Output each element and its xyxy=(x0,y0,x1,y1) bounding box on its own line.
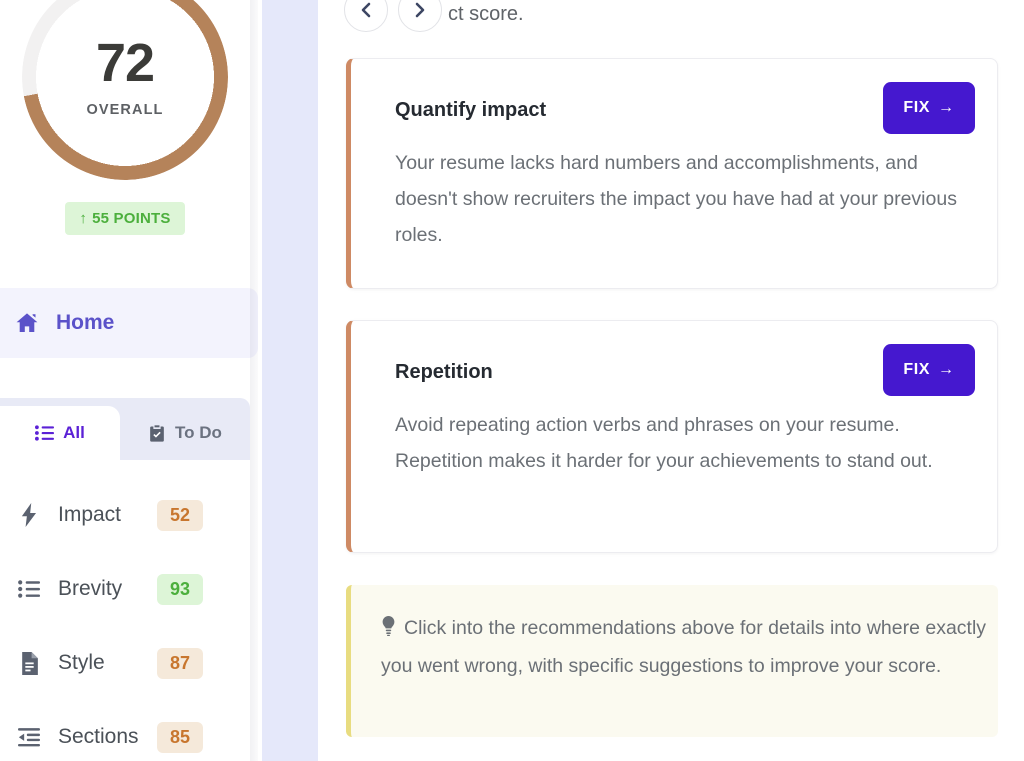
indent-icon xyxy=(16,727,42,747)
lightbulb-icon xyxy=(381,616,396,636)
sidebar: 72 OVERALL ↑ 55 POINTS Home All To Do Im… xyxy=(0,0,258,761)
arrow-right-icon: → xyxy=(938,361,955,378)
category-row-style[interactable]: Style 87 xyxy=(0,626,250,700)
overall-score-label: OVERALL xyxy=(86,102,164,118)
category-label: Impact xyxy=(58,503,122,526)
category-row-impact[interactable]: Impact 52 xyxy=(0,478,250,552)
document-icon xyxy=(16,651,42,675)
category-label: Sections xyxy=(58,725,139,748)
recommendation-card[interactable]: Repetition Avoid repeating action verbs … xyxy=(346,320,998,553)
category-label: Style xyxy=(58,651,105,674)
arrow-right-icon: → xyxy=(938,99,955,116)
next-button[interactable] xyxy=(398,0,442,32)
tab-all[interactable]: All xyxy=(0,406,120,460)
app-root: 72 OVERALL ↑ 55 POINTS Home All To Do Im… xyxy=(0,0,1024,761)
category-score: 87 xyxy=(157,647,203,679)
points-badge-label: 55 POINTS xyxy=(92,210,171,227)
fix-button[interactable]: FIX → xyxy=(883,82,975,134)
card-description: Avoid repeating action verbs and phrases… xyxy=(395,414,933,472)
list-icon xyxy=(16,580,42,598)
carousel-nav xyxy=(344,0,442,32)
home-icon xyxy=(14,311,40,335)
category-score: 85 xyxy=(157,721,203,753)
category-score: 52 xyxy=(157,499,203,531)
fix-button-label: FIX xyxy=(903,361,931,378)
tip-text: Click into the recommendations above for… xyxy=(381,617,987,677)
card-title: Repetition xyxy=(395,361,493,383)
tab-todo[interactable]: To Do xyxy=(120,406,250,460)
points-badge: ↑ 55 POINTS xyxy=(65,202,185,235)
category-row-sections[interactable]: Sections 85 xyxy=(0,700,250,761)
header-truncated-text: ct score. xyxy=(448,3,524,25)
category-list: Impact 52 Brevity 93 Style 87 Sections 8… xyxy=(0,478,250,761)
tip-text-wrap: Click into the recommendations above for… xyxy=(381,609,991,685)
tab-todo-label: To Do xyxy=(175,423,222,442)
chevron-right-icon xyxy=(413,2,427,18)
tab-all-label: All xyxy=(63,423,85,442)
sidebar-item-home-label: Home xyxy=(56,311,115,334)
divider-band xyxy=(262,0,318,761)
chevron-left-icon xyxy=(359,2,373,18)
overall-score-value: 72 xyxy=(95,33,155,93)
sidebar-tabs: All To Do xyxy=(0,398,250,460)
tip-callout: Click into the recommendations above for… xyxy=(346,585,998,737)
score-donut: 72 OVERALL xyxy=(22,0,228,180)
arrow-up-icon: ↑ xyxy=(79,210,88,227)
recommendation-card[interactable]: Quantify impact Your resume lacks hard n… xyxy=(346,58,998,289)
bolt-icon xyxy=(16,503,42,527)
category-row-brevity[interactable]: Brevity 93 xyxy=(0,552,250,626)
sidebar-item-home[interactable]: Home xyxy=(0,288,258,358)
clipboard-check-icon xyxy=(148,424,166,443)
list-icon xyxy=(35,425,55,441)
prev-button[interactable] xyxy=(344,0,388,32)
score-donut-center: 72 OVERALL xyxy=(22,0,228,180)
category-label: Brevity xyxy=(58,577,123,600)
category-score: 93 xyxy=(157,573,203,605)
card-title: Quantify impact xyxy=(395,99,547,121)
fix-button-label: FIX xyxy=(903,99,931,116)
fix-button[interactable]: FIX → xyxy=(883,344,975,396)
overall-score-widget: 72 OVERALL ↑ 55 POINTS xyxy=(0,0,250,235)
sidebar-edge-shadow xyxy=(250,0,258,761)
card-description: Your resume lacks hard numbers and accom… xyxy=(395,152,957,246)
